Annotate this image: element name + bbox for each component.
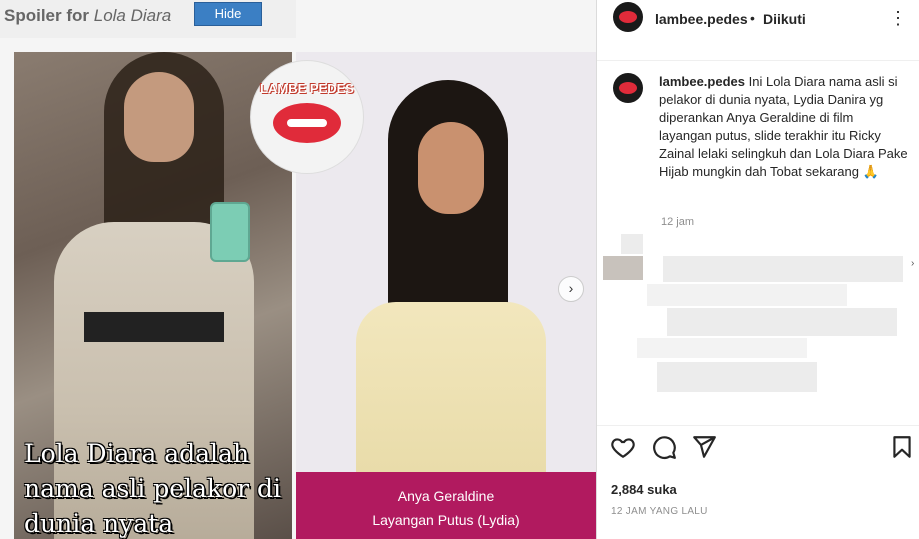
caption-time: 12 jam bbox=[661, 216, 695, 228]
name-caption-box: Anya Geraldine Layangan Putus (Lydia) bbox=[296, 472, 596, 539]
chevron-right-icon[interactable]: › bbox=[558, 276, 584, 302]
like-count[interactable]: 2,884 suka bbox=[611, 482, 677, 497]
photo-face-shape bbox=[418, 122, 484, 214]
posted-time: 12 JAM YANG LALU bbox=[611, 506, 708, 517]
comment-icon[interactable] bbox=[651, 434, 677, 460]
actor-name: Anya Geraldine bbox=[397, 488, 495, 504]
follow-status[interactable]: Diikuti bbox=[763, 11, 806, 27]
chevron-right-icon[interactable]: › bbox=[911, 258, 914, 269]
caption-text: Ini Lola Diara nama asli si pelakor di d… bbox=[659, 74, 908, 179]
lips-logo-icon bbox=[273, 103, 341, 143]
post-media[interactable]: Spoiler for Lola Diara Hide LAMBE PEDES … bbox=[0, 0, 596, 539]
avatar[interactable] bbox=[613, 2, 643, 32]
bookmark-icon[interactable] bbox=[889, 434, 915, 460]
post-caption: lambee.pedes Ini Lola Diara nama asli si… bbox=[659, 73, 909, 181]
caption-username[interactable]: lambee.pedes bbox=[659, 74, 745, 89]
photo-phone-shape bbox=[210, 202, 250, 262]
heart-icon[interactable] bbox=[610, 434, 636, 460]
share-icon[interactable] bbox=[691, 434, 717, 460]
header-username[interactable]: lambee.pedes bbox=[655, 11, 748, 27]
post-header: lambee.pedes • Diikuti ⋮ bbox=[597, 0, 919, 61]
separator-dot: • bbox=[750, 10, 755, 26]
logo-text: LAMBE PEDES bbox=[260, 81, 354, 96]
role-name: Layangan Putus (Lydia) bbox=[372, 512, 520, 528]
hide-spoiler-button[interactable]: Hide bbox=[194, 2, 262, 26]
photo-belt-shape bbox=[84, 312, 224, 342]
action-bar bbox=[597, 425, 919, 470]
photo-face-shape bbox=[124, 72, 194, 162]
post-side-panel: lambee.pedes • Diikuti ⋮ lambee.pedes In… bbox=[596, 0, 919, 539]
spoiler-label-bold: Spoiler for bbox=[4, 6, 90, 25]
spoiler-bar: Spoiler for Lola Diara Hide bbox=[0, 0, 296, 38]
spoiler-label-name: Lola Diara bbox=[93, 6, 172, 25]
comment-avatar[interactable] bbox=[613, 73, 643, 103]
lambe-pedes-logo: LAMBE PEDES bbox=[250, 60, 364, 174]
photo-dress-shape bbox=[356, 302, 546, 472]
blurred-comments bbox=[597, 234, 912, 404]
spoiler-label: Spoiler for Lola Diara bbox=[4, 6, 171, 26]
more-dots-icon[interactable]: ⋮ bbox=[889, 8, 907, 29]
caption-overlay: Lola Diara adalah nama asli pelakor di d… bbox=[24, 439, 282, 538]
